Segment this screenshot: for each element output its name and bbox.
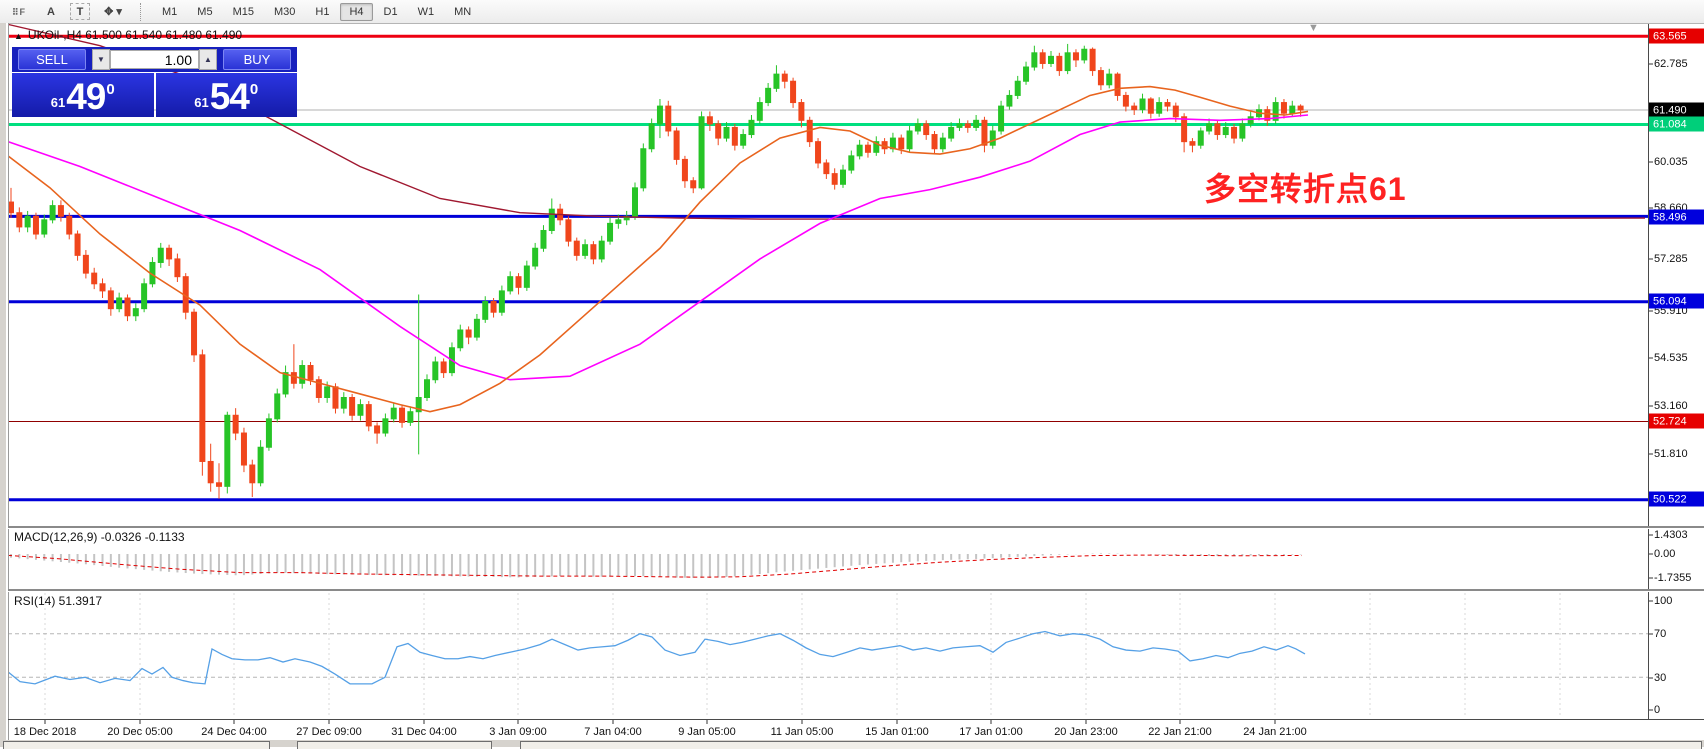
price-level-badge: 58.496	[1649, 210, 1704, 225]
tab-timeframe-mn[interactable]: MN	[445, 3, 480, 21]
window-left-edge	[0, 23, 9, 747]
text-label-icon[interactable]: A	[38, 2, 64, 21]
text-box-icon[interactable]: T	[70, 3, 90, 20]
price-tick-label: 57.285	[1654, 253, 1688, 265]
sell-price-display[interactable]: 61 49 0	[12, 73, 154, 117]
time-axis-label: 20 Dec 05:00	[107, 726, 172, 738]
collapse-icon[interactable]: ▲	[14, 31, 23, 41]
price-level-badge: 61.490	[1649, 103, 1704, 118]
toolbar-separator	[140, 3, 146, 21]
chart-tab-edge[interactable]	[297, 741, 492, 749]
tab-timeframe-w1[interactable]: W1	[409, 3, 444, 21]
time-axis-label: 24 Dec 04:00	[201, 726, 266, 738]
price-level-badge: 50.522	[1649, 492, 1704, 507]
volume-decrease-button[interactable]: ▼	[92, 49, 110, 70]
rsi-label: RSI(14) 51.3917	[14, 594, 102, 608]
macd-scale-label: 0.00	[1654, 548, 1675, 560]
chart-shift-marker-icon[interactable]: ▼	[1308, 22, 1319, 34]
rsi-scale-label: 0	[1654, 704, 1660, 716]
rsi-scale-label: 100	[1654, 595, 1672, 607]
time-axis-label: 17 Jan 01:00	[959, 726, 1023, 738]
volume-input[interactable]: 1.00	[110, 50, 199, 69]
price-level-badge: 52.724	[1649, 414, 1704, 429]
price-tick-label: 53.160	[1654, 400, 1688, 412]
sell-price-big: 49	[66, 80, 105, 114]
chart-tab-edge[interactable]	[3, 741, 270, 749]
toolbar: ⠿F A T ✥ ▾ M1 M5 M15 M30 H1 H4 D1 W1 MN	[0, 0, 1704, 24]
sell-price-head: 61	[51, 95, 65, 110]
trade-panel-top-row: SELL ▼ 1.00 ▲ BUY	[12, 47, 297, 72]
buy-price-big: 54	[210, 80, 249, 114]
time-axis-border	[8, 719, 1704, 720]
macd-scale-label: 1.4303	[1654, 529, 1688, 541]
tab-timeframe-m15[interactable]: M15	[224, 3, 263, 21]
tab-timeframe-h4[interactable]: H4	[340, 3, 372, 21]
macd-label: MACD(12,26,9) -0.0326 -0.1133	[14, 530, 185, 544]
price-tick-label: 60.035	[1654, 156, 1688, 168]
buy-price-display[interactable]: 61 54 0	[156, 73, 298, 117]
price-tick-label: 54.535	[1654, 352, 1688, 364]
time-axis-label: 27 Dec 09:00	[296, 726, 361, 738]
macd-scale-label: -1.7355	[1654, 572, 1691, 584]
buy-price-head: 61	[194, 95, 208, 110]
sell-button[interactable]: SELL	[18, 49, 86, 70]
time-axis-label: 9 Jan 05:00	[678, 726, 736, 738]
rsi-scale-label: 70	[1654, 628, 1666, 640]
fibonacci-grid-icon[interactable]: ⠿F	[6, 2, 32, 21]
price-level-badge: 63.565	[1649, 29, 1704, 44]
tab-timeframe-h1[interactable]: H1	[306, 3, 338, 21]
chart-tabs-strip[interactable]	[0, 740, 1704, 747]
buy-button[interactable]: BUY	[223, 49, 291, 70]
time-axis-label: 22 Jan 21:00	[1148, 726, 1212, 738]
time-axis-label: 18 Dec 2018	[14, 726, 76, 738]
pane-separator-macd[interactable]	[8, 526, 1704, 529]
sell-price-pip: 0	[106, 81, 114, 98]
buy-price-pip: 0	[250, 81, 258, 98]
time-axis-label: 31 Dec 04:00	[391, 726, 456, 738]
chart-tab-edge[interactable]	[520, 741, 1702, 749]
chart-title: ▲UKOil-,H4 61.500 61.540 61.480 61.490	[14, 28, 242, 42]
time-axis-label: 24 Jan 21:00	[1243, 726, 1307, 738]
one-click-trading-panel: SELL ▼ 1.00 ▲ BUY 61 49 0 61 54 0	[12, 47, 297, 117]
tab-timeframe-d1[interactable]: D1	[375, 3, 407, 21]
tab-timeframe-m1[interactable]: M1	[153, 3, 186, 21]
tab-timeframe-m30[interactable]: M30	[265, 3, 304, 21]
price-tick-label: 51.810	[1654, 448, 1688, 460]
chart-text-annotation[interactable]: 多空转折点61	[1204, 164, 1407, 210]
time-axis-label: 3 Jan 09:00	[489, 726, 547, 738]
volume-stepper: ▼ 1.00 ▲	[92, 50, 217, 69]
time-axis-label: 7 Jan 04:00	[584, 726, 642, 738]
volume-increase-button[interactable]: ▲	[199, 49, 217, 70]
rsi-scale-label: 30	[1654, 672, 1666, 684]
tab-timeframe-m5[interactable]: M5	[188, 3, 221, 21]
time-axis-label: 15 Jan 01:00	[865, 726, 929, 738]
price-tick-label: 62.785	[1654, 58, 1688, 70]
time-axis-label: 20 Jan 23:00	[1054, 726, 1118, 738]
time-axis-label: 11 Jan 05:00	[771, 726, 834, 738]
arrow-objects-icon[interactable]: ✥ ▾	[96, 2, 130, 21]
price-level-badge: 61.084	[1649, 117, 1704, 132]
pane-separator-rsi[interactable]	[8, 589, 1704, 592]
price-level-badge: 56.094	[1649, 294, 1704, 309]
